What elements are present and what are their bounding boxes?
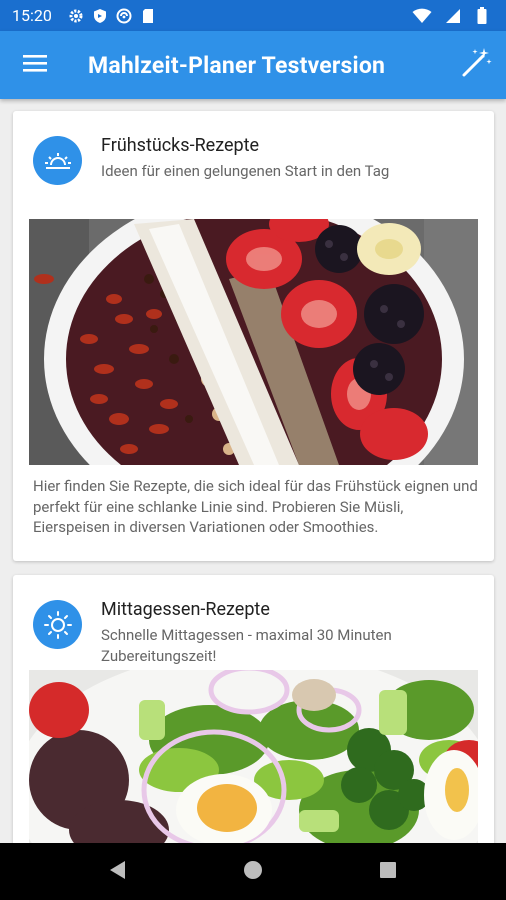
status-time: 15:20: [12, 6, 52, 25]
magic-wand-icon: [460, 47, 492, 83]
app-bar: Mahlzeit-Planer Testversion: [0, 31, 506, 99]
breakfast-description: Hier finden Sie Rezepte, die sich ideal …: [33, 477, 478, 536]
status-bar: 15:20: [0, 0, 506, 31]
signal-icon: [442, 6, 462, 26]
lunch-subtitle: Schnelle Mittagessen - maximal 30 Minute…: [101, 626, 392, 665]
lunch-card[interactable]: Mittagessen-Rezepte Schnelle Mittagessen…: [13, 575, 494, 843]
vpn-icon: [114, 6, 134, 26]
recipe-category-list[interactable]: Frühstücks-Rezepte Ideen für einen gelun…: [0, 99, 506, 843]
menu-button[interactable]: [0, 31, 70, 99]
breakfast-title: Frühstücks-Rezepte: [101, 135, 260, 156]
lunch-title: Mittagessen-Rezepte: [101, 599, 270, 620]
system-nav-bar: [0, 843, 506, 900]
sun-icon: [33, 600, 82, 649]
settings-icon: [66, 6, 86, 26]
sd-card-icon: [138, 6, 158, 26]
recents-button[interactable]: [368, 852, 408, 892]
breakfast-image: [29, 219, 478, 465]
recents-icon: [379, 861, 397, 883]
breakfast-card[interactable]: Frühstücks-Rezepte Ideen für einen gelun…: [13, 111, 494, 561]
wifi-icon: [412, 6, 432, 26]
breakfast-subtitle: Ideen für einen gelungenen Start in den …: [101, 162, 390, 180]
battery-icon: [472, 6, 492, 26]
back-icon: [109, 860, 127, 884]
hamburger-menu-icon: [22, 53, 48, 77]
page-title: Mahlzeit-Planer Testversion: [88, 51, 386, 79]
shield-icon: [90, 6, 110, 26]
back-button[interactable]: [98, 852, 138, 892]
magic-wand-button[interactable]: [446, 31, 506, 99]
sunrise-icon: [33, 136, 82, 185]
home-icon: [243, 860, 263, 884]
home-button[interactable]: [233, 852, 273, 892]
lunch-image: [29, 670, 478, 843]
